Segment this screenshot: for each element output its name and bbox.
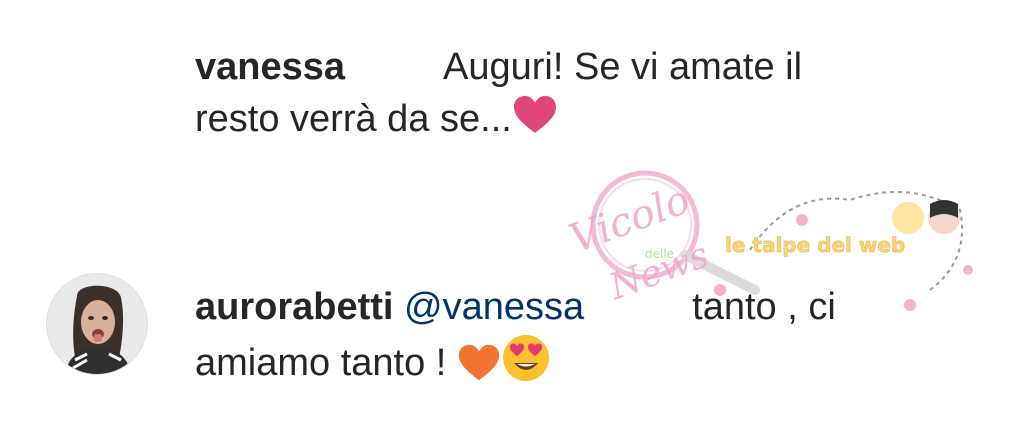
comment-vanessa: vanessa Auguri! Se vi amate il resto verr… xyxy=(195,41,895,149)
watermark-text-talpe: le talpe del web xyxy=(725,233,905,257)
comment-username[interactable]: aurorabetti xyxy=(195,286,393,328)
mention-link[interactable]: @vanessa xyxy=(404,286,584,328)
heart-eyes-face-icon xyxy=(501,333,551,397)
watermark-text-delle: delle xyxy=(645,247,674,261)
orange-heart-icon xyxy=(457,343,501,397)
comment-aurorabetti: aurorabetti @vanessa tanto , ci amiamo ta… xyxy=(195,281,895,397)
avatar[interactable] xyxy=(46,273,148,375)
comment-text-line1: Auguri! Se vi amate il xyxy=(443,46,803,88)
pink-heart-icon xyxy=(512,95,558,149)
comment-text-line2: resto verrà da se... xyxy=(195,98,512,140)
comment-text-line2: amiamo tanto ! xyxy=(195,342,447,384)
comment-username[interactable]: vanessa xyxy=(195,46,345,88)
comment-text-line1-end: tanto , ci xyxy=(692,286,836,328)
watermark-text-vicolo: Vicolo xyxy=(564,177,697,263)
